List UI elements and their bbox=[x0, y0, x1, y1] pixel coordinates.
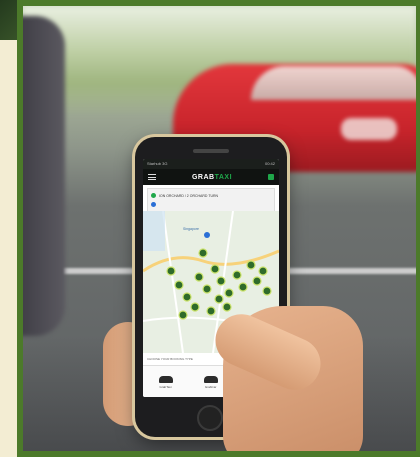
phone-speaker bbox=[193, 149, 229, 153]
gift-icon[interactable] bbox=[268, 174, 274, 180]
pickup-box[interactable]: ION ORCHARD / 2 ORCHARD TURN bbox=[147, 188, 275, 212]
status-carrier: Starhub 3G bbox=[147, 161, 168, 166]
app-title-accent: TAXI bbox=[214, 173, 233, 181]
status-time: 00:42 bbox=[264, 161, 275, 166]
pickup-pin-icon bbox=[151, 193, 156, 198]
menu-icon[interactable] bbox=[148, 174, 156, 180]
pickup-address: ION ORCHARD / 2 ORCHARD TURN bbox=[159, 193, 219, 198]
taxi-icon bbox=[158, 375, 173, 383]
app-title-main: GRAB bbox=[191, 173, 215, 181]
dropoff-pin-icon bbox=[151, 202, 156, 207]
person-arm bbox=[23, 16, 65, 336]
pickup-row: ION ORCHARD / 2 ORCHARD TURN bbox=[151, 191, 271, 200]
booking-notice: CHOOSE YOUR BOOKING TYPE bbox=[147, 357, 193, 361]
taxi-window bbox=[251, 66, 416, 100]
home-button[interactable] bbox=[197, 405, 223, 431]
status-bar: Starhub 3G 00:42 bbox=[143, 159, 279, 169]
service-grabcar[interactable]: GrabCar bbox=[203, 375, 218, 389]
app-header: GRABTAXI bbox=[143, 169, 279, 185]
photo-frame: Starhub 3G 00:42 GRABTAXI ION ORCHARD / … bbox=[17, 0, 420, 457]
service-label: GrabCar bbox=[204, 384, 217, 389]
dropoff-row bbox=[151, 200, 271, 209]
app-title: GRABTAXI bbox=[192, 174, 232, 181]
service-grabtaxi[interactable]: GrabTaxi bbox=[158, 375, 173, 389]
taxi-logo bbox=[341, 118, 397, 140]
service-label: GrabTaxi bbox=[159, 384, 172, 389]
map-location-label: Singapore bbox=[183, 227, 199, 231]
car-icon bbox=[203, 375, 218, 383]
